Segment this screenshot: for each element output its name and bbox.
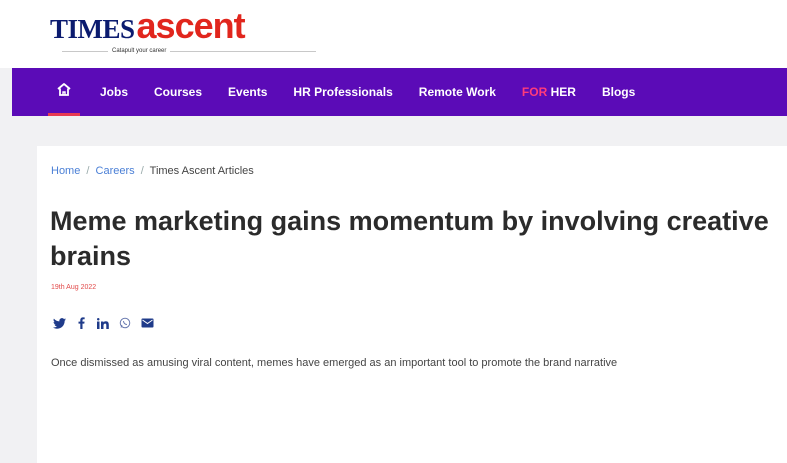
main-nav: Jobs Courses Events HR Professionals Rem… [12, 68, 787, 116]
for-her-label-part2: HER [550, 85, 576, 99]
breadcrumb-careers[interactable]: Careers [96, 165, 135, 177]
breadcrumb-separator: / [86, 165, 90, 177]
whatsapp-icon[interactable] [117, 316, 133, 330]
nav-item-for-her[interactable]: FOR HER [509, 85, 589, 99]
linkedin-icon[interactable] [95, 316, 111, 330]
twitter-icon[interactable] [51, 316, 67, 330]
home-icon [56, 82, 72, 102]
breadcrumb-current: Times Ascent Articles [149, 165, 254, 177]
breadcrumb: Home / Careers / Times Ascent Articles [51, 165, 254, 177]
breadcrumb-home[interactable]: Home [51, 165, 80, 177]
nav-item-blogs[interactable]: Blogs [589, 85, 648, 99]
page: TIMES ascent Catapult your career Jobs C… [0, 0, 787, 463]
nav-home[interactable] [42, 68, 86, 116]
nav-item-events[interactable]: Events [215, 85, 280, 99]
article-excerpt: Once dismissed as amusing viral content,… [51, 357, 618, 369]
article-date: 19th Aug 2022 [51, 284, 97, 291]
share-icons [51, 316, 161, 330]
nav-item-courses[interactable]: Courses [141, 85, 215, 99]
email-icon[interactable] [139, 316, 155, 330]
article-card: Home / Careers / Times Ascent Articles M… [37, 146, 787, 463]
nav-item-hr-professionals[interactable]: HR Professionals [280, 85, 405, 99]
article-title: Meme marketing gains momentum by involvi… [50, 206, 769, 271]
logo-wordmark: TIMES ascent [50, 5, 246, 46]
logo-times-text: TIMES [50, 14, 135, 44]
logo-ascent-text: ascent [136, 5, 246, 46]
nav-item-jobs[interactable]: Jobs [86, 85, 141, 99]
logo-tagline: Catapult your career [61, 48, 318, 54]
site-header: TIMES ascent Catapult your career [0, 0, 787, 68]
facebook-icon[interactable] [73, 316, 89, 330]
nav-item-remote-work[interactable]: Remote Work [406, 85, 509, 99]
for-her-label-part1: FOR [521, 85, 548, 99]
breadcrumb-separator: / [140, 165, 144, 177]
times-ascent-logo[interactable]: TIMES ascent Catapult your career [50, 5, 318, 58]
